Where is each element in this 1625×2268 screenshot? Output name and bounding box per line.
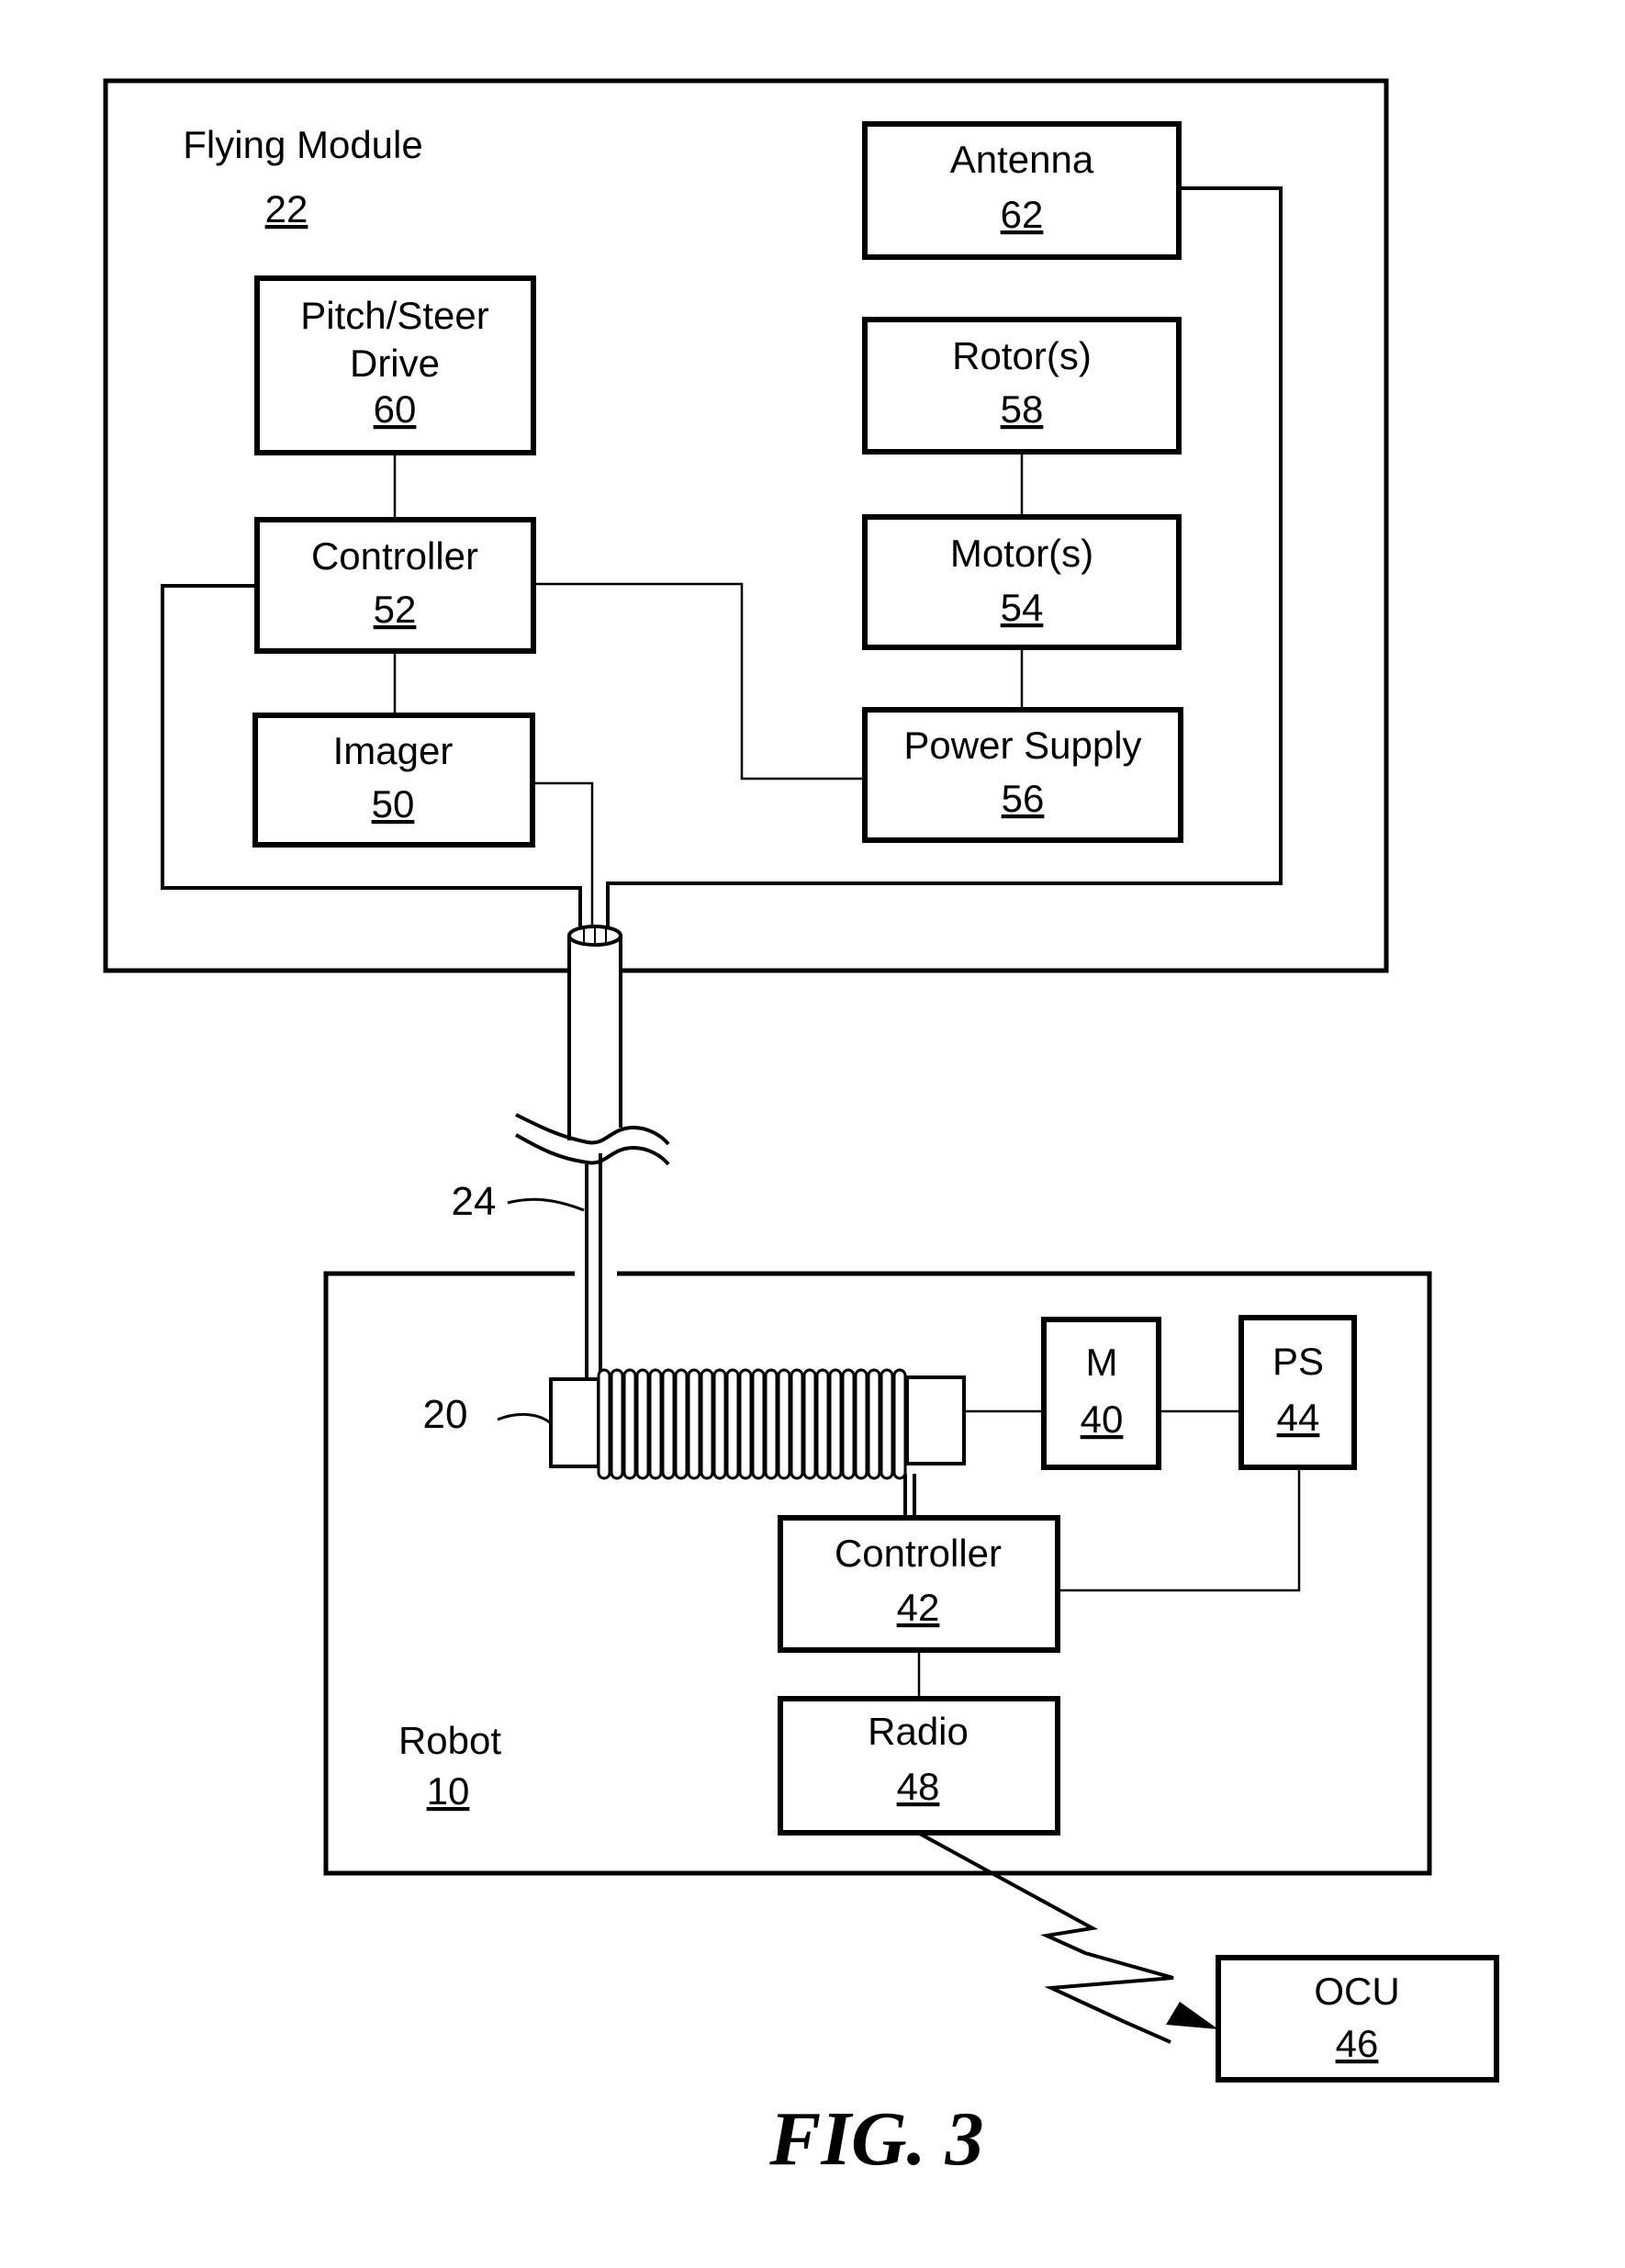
spool-20	[549, 1368, 966, 1480]
spool-leader-line	[497, 1413, 552, 1425]
spool-coil-winding	[700, 1368, 714, 1480]
spool-coil-winding	[892, 1368, 907, 1480]
motor-40-label: M	[1086, 1341, 1118, 1384]
power-supply-44-label: PS	[1272, 1340, 1324, 1383]
radio-48-label: Radio	[868, 1710, 969, 1753]
tether-number: 24	[452, 1179, 497, 1224]
pitch-steer-drive-block: Pitch/Steer Drive 60	[254, 275, 536, 455]
spool-coil-winding	[635, 1368, 650, 1480]
spool-number: 20	[423, 1392, 468, 1437]
spool-coil-winding	[764, 1368, 779, 1480]
flying-module-number: 22	[265, 187, 308, 230]
fig3-diagram: Flying Module 22 Antenna 62 Pitch/Steer …	[103, 78, 1499, 2182]
spool-coil-winding	[777, 1368, 791, 1480]
pitch-steer-number: 60	[374, 387, 417, 431]
motor-40-number: 40	[1081, 1398, 1124, 1441]
ocu-46-block: OCU 46	[1216, 1955, 1499, 2083]
controller-42-block: Controller 42	[778, 1515, 1060, 1653]
spool-coil	[597, 1368, 907, 1480]
spool-coil-winding	[597, 1368, 611, 1480]
rotors-block: Rotor(s) 58	[862, 317, 1182, 455]
pitch-steer-label-line2: Drive	[350, 342, 440, 385]
tether-break-bottom	[515, 1133, 670, 1166]
wire-ps-controller42	[1058, 1467, 1301, 1592]
spool-coil-winding	[880, 1368, 894, 1480]
pitch-steer-label-line1: Pitch/Steer	[300, 294, 488, 337]
antenna-number: 62	[1001, 193, 1044, 236]
wire-controller-powersupply	[533, 582, 865, 780]
power-supply-56-number: 56	[1002, 777, 1045, 820]
motors-label: Motor(s)	[950, 532, 1093, 575]
imager-number: 50	[372, 782, 415, 825]
controller-52-block: Controller 52	[254, 517, 536, 654]
power-supply-56-label: Power Supply	[903, 724, 1141, 767]
spool-coil-winding	[790, 1368, 804, 1480]
antenna-label: Antenna	[950, 138, 1094, 181]
radio-48-block: Radio 48	[778, 1696, 1060, 1836]
power-supply-44-number: 44	[1277, 1396, 1320, 1439]
robot-title: Robot	[398, 1719, 501, 1762]
figure-caption: FIG. 3	[768, 2096, 983, 2182]
imager-label: Imager	[333, 729, 454, 772]
wireless-link-arrowhead-icon	[1166, 2002, 1218, 2029]
spool-coil-winding	[648, 1368, 663, 1480]
spool-coil-winding	[867, 1368, 881, 1480]
spool-coil-winding	[828, 1368, 843, 1480]
ocu-label: OCU	[1314, 1970, 1399, 2013]
ocu-number: 46	[1336, 2022, 1379, 2065]
spool-coil-winding	[712, 1368, 727, 1480]
tether	[515, 925, 670, 1382]
spool-coil-winding	[622, 1368, 637, 1480]
motor-40-block: M 40	[1041, 1317, 1161, 1470]
spool-coil-winding	[802, 1368, 817, 1480]
wire-imager-tether	[532, 781, 594, 929]
antenna-block: Antenna 62	[862, 121, 1182, 260]
controller-42-number: 42	[897, 1586, 940, 1629]
rotors-number: 58	[1001, 387, 1044, 431]
spool-coil-winding	[687, 1368, 701, 1480]
spool-coil-winding	[751, 1368, 766, 1480]
controller-52-label: Controller	[311, 534, 478, 578]
tether-leader-line	[507, 1197, 585, 1212]
wireless-link-line	[917, 1831, 1174, 2044]
spool-coil-winding	[815, 1368, 830, 1480]
spool-coil-winding	[725, 1368, 740, 1480]
power-supply-44-block: PS 44	[1238, 1315, 1357, 1470]
spool-coil-winding	[674, 1368, 689, 1480]
spool-coil-winding	[841, 1368, 856, 1480]
flying-module-title: Flying Module	[183, 123, 422, 166]
rotors-label: Rotor(s)	[952, 334, 1092, 377]
spool-coil-winding	[610, 1368, 624, 1480]
spool-coil-winding	[854, 1368, 869, 1480]
controller-52-number: 52	[374, 588, 417, 631]
imager-block: Imager 50	[252, 713, 535, 848]
spool-right-cap	[905, 1375, 966, 1465]
robot-number: 10	[427, 1769, 470, 1813]
spool-coil-winding	[661, 1368, 676, 1480]
power-supply-56-block: Power Supply 56	[862, 707, 1183, 843]
spool-coil-winding	[738, 1368, 753, 1480]
controller-42-label: Controller	[835, 1532, 1002, 1575]
motors-number: 54	[1001, 586, 1044, 629]
radio-48-number: 48	[897, 1765, 940, 1808]
motors-block: Motor(s) 54	[862, 514, 1182, 650]
spool-left-cap	[549, 1377, 600, 1468]
